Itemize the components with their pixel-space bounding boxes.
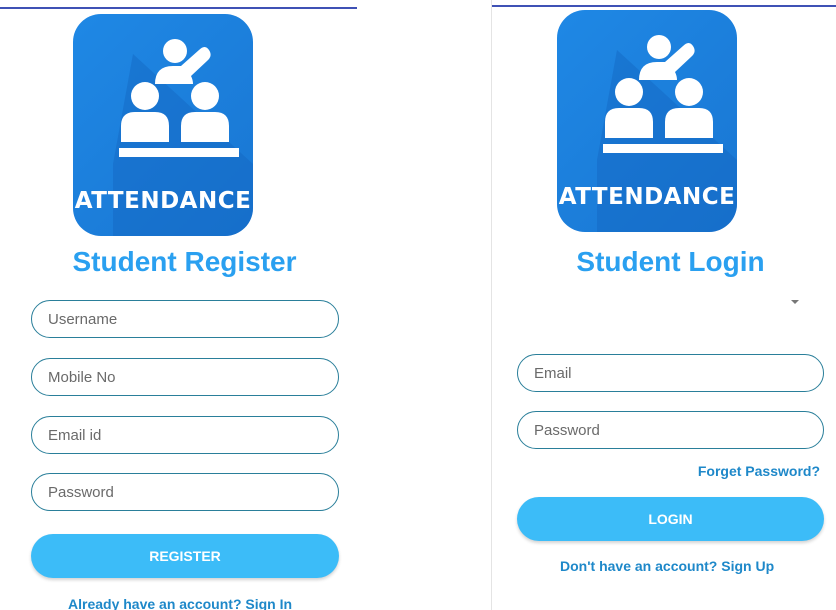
email-input[interactable] <box>48 426 338 444</box>
logo-text: ATTENDANCE <box>74 188 252 214</box>
password-input[interactable] <box>534 421 823 439</box>
page-title: Student Register <box>72 246 297 277</box>
logo-text: ATTENDANCE <box>558 184 736 210</box>
register-button[interactable]: REGISTER <box>31 534 339 578</box>
login-screen: ATTENDANCE Student Login Forget Password… <box>491 0 836 610</box>
email-field[interactable] <box>31 416 339 454</box>
email-input[interactable] <box>534 364 823 382</box>
username-field[interactable] <box>31 300 339 338</box>
email-field[interactable] <box>517 354 824 392</box>
mobile-field[interactable] <box>31 358 339 396</box>
page-title: Student Login <box>576 246 765 277</box>
password-field[interactable] <box>31 473 339 511</box>
username-input[interactable] <box>48 310 338 328</box>
signup-link[interactable]: Don't have an account? Sign Up <box>560 558 774 574</box>
top-divider <box>492 5 836 7</box>
signin-link[interactable]: Already have an account? Sign In <box>68 596 292 610</box>
forgot-password-link[interactable]: Forget Password? <box>698 463 820 479</box>
attendance-logo: ATTENDANCE <box>557 10 737 232</box>
top-divider <box>0 7 357 9</box>
login-button[interactable]: LOGIN <box>517 497 824 541</box>
attendance-logo: ATTENDANCE <box>73 14 253 236</box>
password-input[interactable] <box>48 483 338 501</box>
mobile-input[interactable] <box>48 368 338 386</box>
caret-down-icon[interactable] <box>791 300 799 304</box>
password-field[interactable] <box>517 411 824 449</box>
register-screen: ATTENDANCE Student Register REGISTER Alr… <box>0 0 357 610</box>
